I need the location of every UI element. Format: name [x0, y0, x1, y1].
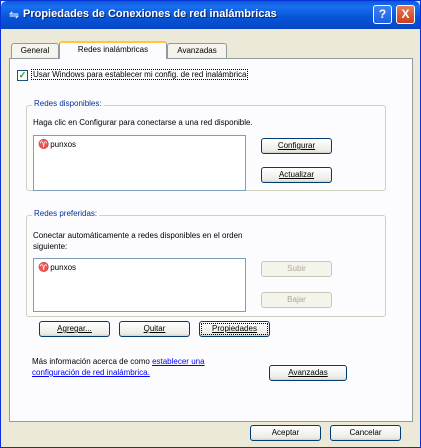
preferred-networks-description-line1: Conectar automáticamente a redes disponi… [33, 231, 243, 240]
title-bar[interactable]: ⇋ Propiedades de Conexiones de red inalá… [1, 1, 420, 29]
use-windows-checkbox[interactable]: ✓ [17, 70, 28, 81]
close-button[interactable]: X [396, 5, 415, 24]
help-button[interactable]: ? [373, 5, 392, 24]
refresh-label: Actualizar [278, 170, 315, 179]
configure-label: Configurar [277, 141, 316, 150]
list-item[interactable]: ♈ punxos [38, 262, 76, 273]
remove-label: Quitar [143, 324, 166, 333]
properties-button[interactable]: Propiedades [199, 321, 270, 337]
remove-button[interactable]: Quitar [119, 321, 190, 337]
properties-label: Propiedades [212, 324, 257, 333]
properties-window: ⇋ Propiedades de Conexiones de red inalá… [0, 0, 421, 448]
wireless-network-icon: ⇋ [8, 8, 20, 22]
ok-button[interactable]: Aceptar [250, 425, 321, 441]
network-name: punxos [50, 263, 77, 272]
setup-link-part2[interactable]: configuración de red inalámbrica. [32, 368, 150, 377]
info-text: Más información acerca de como establece… [32, 357, 205, 366]
cancel-button[interactable]: Cancelar [330, 425, 401, 441]
preferred-networks-description-line2: siguiente: [33, 242, 68, 251]
info-prefix: Más información acerca de como [32, 357, 150, 366]
use-windows-label[interactable]: Usar Windows para establecer mi config. … [31, 69, 249, 80]
tab-advanced[interactable]: Avanzadas [167, 43, 227, 58]
preferred-networks-title: Redes preferidas: [32, 209, 100, 218]
advanced-button[interactable]: Avanzadas [269, 365, 347, 381]
network-name: punxos [50, 140, 77, 149]
available-networks-title: Redes disponibles: [32, 99, 104, 108]
add-button[interactable]: Agregar... [39, 321, 110, 337]
wireless-antenna-icon: ♈ [38, 262, 50, 272]
list-item[interactable]: ♈ punxos [38, 139, 76, 150]
move-up-button[interactable]: Subir [261, 261, 332, 277]
tab-wireless-networks[interactable]: Redes inalámbricas [59, 41, 167, 59]
advanced-label: Avanzadas [288, 368, 328, 377]
available-networks-description: Haga clic en Configurar para conectarse … [33, 118, 253, 127]
add-label: Agregar... [57, 324, 92, 333]
wireless-antenna-icon: ♈ [38, 139, 50, 149]
window-title: Propiedades de Conexiones de red inalámb… [23, 8, 277, 20]
refresh-button[interactable]: Actualizar [261, 167, 332, 183]
configure-button[interactable]: Configurar [261, 138, 332, 154]
preferred-networks-list[interactable]: ♈ punxos [33, 258, 246, 312]
move-down-button[interactable]: Bajar [261, 292, 332, 308]
setup-link-part1[interactable]: establecer una [152, 357, 204, 366]
available-networks-list[interactable]: ♈ punxos [33, 135, 246, 191]
tab-general[interactable]: General [11, 43, 59, 58]
